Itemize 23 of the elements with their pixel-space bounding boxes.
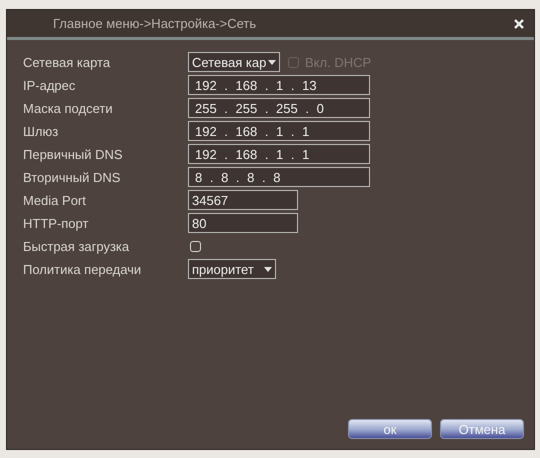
field-label: Сетевая карта — [23, 54, 112, 70]
caret-icon — [268, 60, 276, 64]
ip-address-field[interactable]: 192 . 168 . 1 . 1 — [188, 144, 370, 164]
field-label: HTTP-порт — [23, 216, 90, 230]
caret-icon — [264, 266, 272, 272]
window-title: Главное меню->Настройка->Сеть — [53, 16, 258, 31]
field-label: IP-адрес — [23, 78, 76, 92]
close-icon[interactable] — [512, 16, 526, 30]
field-label: Первичный DNS — [23, 146, 124, 162]
input-field[interactable]: 80 — [188, 213, 298, 233]
dropdown-field[interactable]: Сетевая кар — [188, 52, 280, 72]
field-label: Media Port — [23, 192, 87, 208]
dropdown-field[interactable]: приоритет — [188, 259, 276, 279]
field-label: Политика передачи — [23, 262, 142, 276]
field-label: Маска подсети — [23, 100, 114, 116]
field-label: Вторичный DNS — [23, 170, 122, 184]
field-label: Шлюз — [23, 124, 60, 138]
ip-address-field[interactable]: 255 . 255 . 255 . 0 — [188, 98, 370, 118]
field-label: Быстрая загрузка — [23, 238, 130, 254]
ip-address-field[interactable]: 192 . 168 . 1 . 13 — [188, 75, 370, 95]
ip-address-field[interactable]: 192 . 168 . 1 . 1 — [188, 121, 370, 141]
input-field[interactable]: 34567 — [188, 190, 298, 210]
ip-address-field[interactable]: 8 . 8 . 8 . 8 — [188, 167, 370, 187]
